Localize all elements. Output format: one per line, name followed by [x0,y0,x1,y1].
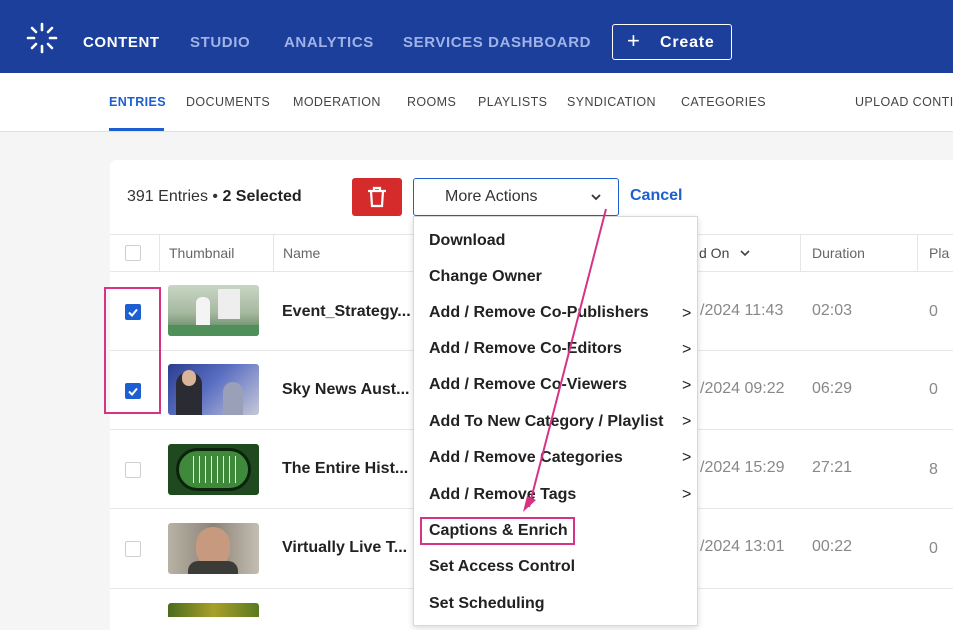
tab-categories[interactable]: CATEGORIES [681,95,766,109]
selection-summary: 391 Entries • 2 Selected [127,188,302,206]
more-actions-label: More Actions [445,188,538,205]
entry-date: /2024 09:22 [700,380,785,397]
cancel-link[interactable]: Cancel [630,187,682,205]
entry-plays: 8 [929,461,938,478]
menu-item-scheduling[interactable]: Set Scheduling [429,595,545,613]
create-button[interactable]: + Create [612,24,732,60]
submenu-arrow-icon: > [682,413,692,430]
menu-item-download[interactable]: Download [429,232,505,250]
entry-duration: 00:22 [812,538,853,555]
entries-count: 391 Entries [127,188,208,205]
thumbnail-partial[interactable] [168,603,259,617]
entry-duration: 06:29 [812,380,853,397]
entry-name[interactable]: The Entire Hist... [282,460,408,478]
trash-icon [368,186,386,208]
plus-icon: + [627,28,640,53]
submenu-arrow-icon: > [682,486,692,503]
tab-documents[interactable]: DOCUMENTS [186,95,270,109]
nav-services-dashboard[interactable]: SERVICES DASHBOARD [403,34,591,51]
column-header-thumbnail: Thumbnail [169,245,235,261]
row-checkbox[interactable] [125,462,141,478]
entry-duration: 02:03 [812,302,853,319]
menu-item-categories[interactable]: Add / Remove Categories [429,449,623,467]
menu-item-tags[interactable]: Add / Remove Tags [429,486,576,504]
menu-item-access-control[interactable]: Set Access Control [429,558,575,576]
sort-chevron-icon [740,250,750,257]
row-checkbox[interactable] [125,541,141,557]
nav-analytics[interactable]: ANALYTICS [284,34,374,51]
upload-content-link[interactable]: UPLOAD CONTI [855,95,953,109]
thumbnail-entire-history[interactable] [168,444,259,495]
more-actions-dropdown[interactable]: More Actions [413,178,619,216]
sub-navigation-bar: ENTRIES DOCUMENTS MODERATION ROOMS PLAYL… [0,73,953,132]
column-header-name[interactable]: Name [283,245,320,261]
column-header-duration[interactable]: Duration [812,245,865,261]
create-button-label: Create [660,34,715,51]
selected-rows-annotation [104,287,161,414]
bullet-separator: • [212,188,218,205]
entry-date: /2024 15:29 [700,459,785,476]
column-divider [159,234,160,272]
column-header-plays[interactable]: Pla [929,245,949,261]
entry-name[interactable]: Sky News Aust... [282,381,409,399]
entry-date: /2024 11:43 [700,302,784,319]
nav-studio[interactable]: STUDIO [190,34,250,51]
column-divider [917,234,918,272]
column-divider [800,234,801,272]
entry-name[interactable]: Virtually Live T... [282,539,407,557]
active-tab-indicator [109,128,164,131]
column-divider [273,234,274,272]
entry-plays: 0 [929,303,938,320]
tab-syndication[interactable]: SYNDICATION [567,95,656,109]
submenu-arrow-icon: > [682,449,692,466]
top-navigation-bar: CONTENT STUDIO ANALYTICS SERVICES DASHBO… [0,0,953,73]
tab-entries[interactable]: ENTRIES [109,95,166,109]
tab-rooms[interactable]: ROOMS [407,95,456,109]
thumbnail-sky-news[interactable] [168,364,259,415]
select-all-checkbox[interactable] [125,245,141,261]
submenu-arrow-icon: > [682,305,692,322]
captions-enrich-annotation [420,517,575,545]
column-header-date-label: d On [699,245,730,261]
tab-playlists[interactable]: PLAYLISTS [478,95,547,109]
nav-content[interactable]: CONTENT [83,34,160,51]
thumbnail-event-strategy[interactable] [168,285,259,336]
chevron-down-icon [591,194,601,201]
tab-moderation[interactable]: MODERATION [293,95,381,109]
entry-plays: 0 [929,381,938,398]
entry-name[interactable]: Event_Strategy... [282,303,411,321]
entry-plays: 0 [929,540,938,557]
kaltura-logo-icon[interactable] [24,20,60,56]
menu-item-co-publishers[interactable]: Add / Remove Co-Publishers [429,304,649,322]
menu-item-co-viewers[interactable]: Add / Remove Co-Viewers [429,376,627,394]
selected-count: 2 Selected [222,188,302,205]
entry-duration: 27:21 [812,459,853,476]
menu-item-co-editors[interactable]: Add / Remove Co-Editors [429,340,622,358]
column-header-date[interactable]: d On [699,245,751,261]
submenu-arrow-icon: > [682,377,692,394]
entry-date: /2024 13:01 [700,538,785,555]
submenu-arrow-icon: > [682,341,692,358]
menu-item-new-category-playlist[interactable]: Add To New Category / Playlist [429,413,663,431]
delete-button[interactable] [352,178,402,216]
menu-item-change-owner[interactable]: Change Owner [429,268,542,286]
more-actions-menu: Download Change Owner Add / Remove Co-Pu… [413,216,698,626]
thumbnail-virtually-live[interactable] [168,523,259,574]
